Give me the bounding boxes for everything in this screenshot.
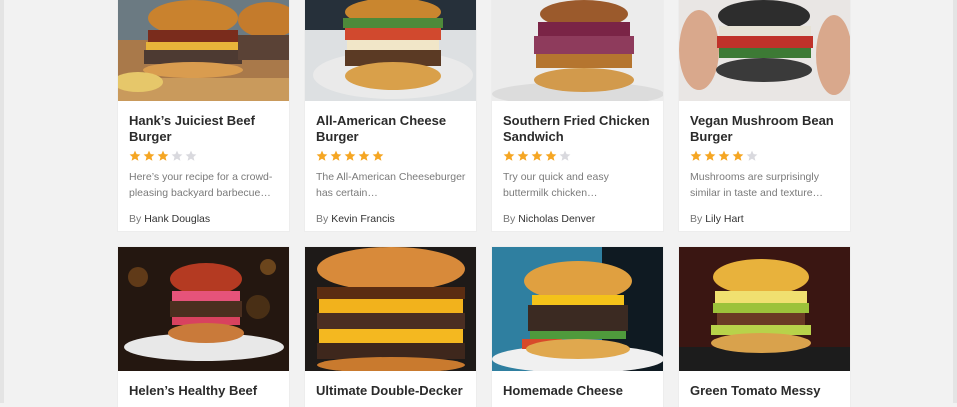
- recipe-card[interactable]: Vegan Mushroom Bean Burger Mushrooms are…: [679, 0, 850, 231]
- star-icon: [143, 150, 155, 162]
- recipe-description: Mushrooms are surprisingly similar in ta…: [690, 171, 824, 199]
- recipe-card[interactable]: Ultimate Double-Decker: [305, 247, 476, 407]
- recipe-title[interactable]: Homemade Cheese: [503, 383, 655, 399]
- rating-stars: [129, 150, 281, 164]
- star-icon: [185, 150, 197, 162]
- recipe-grid: Hank’s Juiciest Beef Burger Here’s your …: [0, 0, 957, 407]
- recipe-photo[interactable]: [492, 247, 663, 371]
- recipe-photo[interactable]: [305, 0, 476, 101]
- recipe-title[interactable]: All-American Cheese Burger: [316, 113, 468, 145]
- star-icon: [372, 150, 384, 162]
- recipe-title[interactable]: Helen’s Healthy Beef: [129, 383, 281, 399]
- recipe-title[interactable]: Vegan Mushroom Bean Burger: [690, 113, 842, 145]
- recipe-author: By Hank Douglas: [129, 212, 281, 226]
- star-icon: [704, 150, 716, 162]
- star-icon: [718, 150, 730, 162]
- recipe-title[interactable]: Hank’s Juiciest Beef Burger: [129, 113, 281, 145]
- author-name[interactable]: Kevin Francis: [331, 213, 395, 225]
- star-icon: [531, 150, 543, 162]
- recipe-description: Here’s your recipe for a crowd-pleasing …: [129, 171, 273, 199]
- author-name[interactable]: Nicholas Denver: [518, 213, 595, 225]
- recipe-card[interactable]: All-American Cheese Burger The All-Ameri…: [305, 0, 476, 231]
- recipe-card[interactable]: Hank’s Juiciest Beef Burger Here’s your …: [118, 0, 289, 231]
- star-icon: [171, 150, 183, 162]
- star-icon: [129, 150, 141, 162]
- recipe-title[interactable]: Green Tomato Messy: [690, 383, 842, 399]
- recipe-photo[interactable]: [492, 0, 663, 101]
- author-name[interactable]: Hank Douglas: [144, 213, 210, 225]
- star-icon: [330, 150, 342, 162]
- star-icon: [517, 150, 529, 162]
- recipe-author: By Kevin Francis: [316, 212, 468, 226]
- recipe-title[interactable]: Southern Fried Chicken Sandwich: [503, 113, 655, 145]
- recipe-author: By Nicholas Denver: [503, 212, 655, 226]
- recipe-description: Try our quick and easy buttermilk chicke…: [503, 171, 609, 199]
- recipe-card[interactable]: Southern Fried Chicken Sandwich Try our …: [492, 0, 663, 231]
- star-icon: [344, 150, 356, 162]
- rating-stars: [690, 150, 842, 164]
- recipe-card[interactable]: Green Tomato Messy: [679, 247, 850, 407]
- recipe-title[interactable]: Ultimate Double-Decker: [316, 383, 468, 399]
- author-prefix: By: [503, 213, 516, 225]
- star-icon: [358, 150, 370, 162]
- recipe-card[interactable]: Helen’s Healthy Beef: [118, 247, 289, 407]
- recipe-photo[interactable]: [118, 247, 289, 371]
- star-icon: [157, 150, 169, 162]
- star-icon: [545, 150, 557, 162]
- recipe-photo[interactable]: [679, 247, 850, 371]
- recipe-card[interactable]: Homemade Cheese: [492, 247, 663, 407]
- recipe-photo[interactable]: [679, 0, 850, 101]
- rating-stars: [316, 150, 468, 164]
- star-icon: [690, 150, 702, 162]
- star-icon: [503, 150, 515, 162]
- author-prefix: By: [690, 213, 703, 225]
- rating-stars: [503, 150, 655, 164]
- recipe-photo[interactable]: [305, 247, 476, 371]
- star-icon: [559, 150, 571, 162]
- recipe-author: By Lily Hart: [690, 212, 842, 226]
- author-name[interactable]: Lily Hart: [705, 213, 744, 225]
- author-prefix: By: [316, 213, 329, 225]
- author-prefix: By: [129, 213, 142, 225]
- star-icon: [732, 150, 744, 162]
- recipe-description: The All-American Cheeseburger has certai…: [316, 171, 466, 199]
- star-icon: [746, 150, 758, 162]
- star-icon: [316, 150, 328, 162]
- recipe-photo[interactable]: [118, 0, 289, 101]
